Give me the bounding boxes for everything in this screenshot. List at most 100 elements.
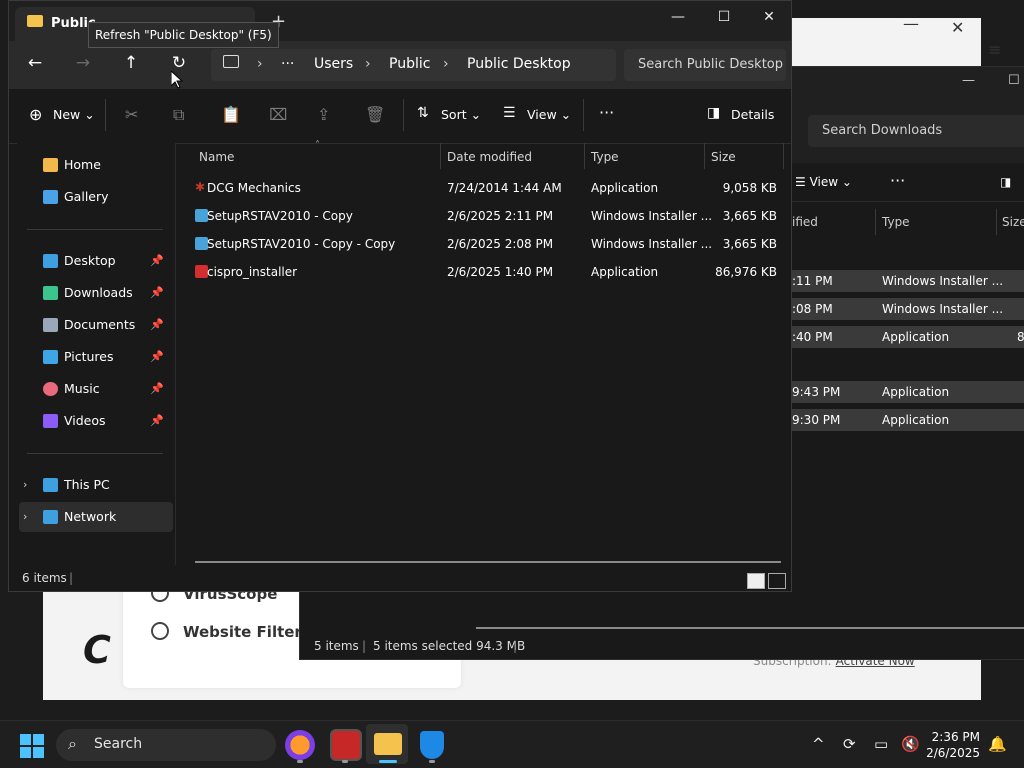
refresh-icon[interactable]: ↻ — [165, 53, 193, 73]
more-options-icon[interactable]: ··· — [890, 171, 905, 190]
col-name-header[interactable]: Name — [199, 150, 234, 164]
file-row-cispro-installer[interactable]: cispro_installer 2/6/2025 1:40 PM Applic… — [187, 258, 789, 286]
pin-icon[interactable]: 📌 — [150, 311, 164, 339]
pin-icon[interactable]: 📌 — [150, 279, 164, 307]
column-divider[interactable] — [440, 143, 441, 169]
large-icons-view-toggle[interactable] — [768, 573, 786, 589]
chevron-right-icon[interactable]: › — [365, 56, 371, 72]
nav-item-home[interactable]: Home — [21, 151, 169, 179]
taskbar-search[interactable]: ⌕ Search — [56, 729, 276, 761]
col-date-header[interactable]: Date modified — [447, 150, 532, 164]
cut-icon[interactable]: ✂ — [125, 105, 138, 124]
pin-icon[interactable]: 📌 — [150, 247, 164, 275]
desktop-icon — [43, 254, 58, 268]
share-icon[interactable]: ⇪ — [317, 105, 330, 124]
volume-muted-icon[interactable]: 🔇 — [901, 735, 920, 753]
notification-bell-icon[interactable]: 🔔 — [988, 735, 1007, 753]
item-count: 5 items — [314, 639, 359, 653]
paste-icon[interactable]: 📋 — [221, 105, 241, 124]
column-divider[interactable] — [875, 209, 876, 235]
nav-item-this-pc[interactable]: › This PC — [21, 471, 169, 499]
delete-icon[interactable]: 🗑 — [365, 105, 385, 124]
start-button[interactable] — [20, 734, 44, 758]
back-arrow-icon[interactable]: ← — [21, 53, 49, 73]
maximize-icon[interactable]: ☐ — [1008, 73, 1020, 88]
breadcrumb-more[interactable]: ··· — [281, 56, 294, 72]
nav-item-pictures[interactable]: Pictures 📌 — [21, 343, 169, 371]
chevron-right-icon[interactable]: › — [257, 56, 263, 72]
file-explorer-icon[interactable] — [374, 733, 402, 755]
column-divider[interactable] — [783, 143, 784, 169]
maximize-button[interactable]: ☐ — [709, 9, 739, 25]
horizontal-scrollbar[interactable] — [195, 561, 781, 563]
minimize-icon[interactable]: — — [962, 73, 975, 88]
pin-icon[interactable]: 📌 — [150, 343, 164, 371]
comodo-icon[interactable] — [330, 729, 362, 761]
nav-item-documents[interactable]: Documents 📌 — [21, 311, 169, 339]
search-input[interactable]: Search Public Desktop — [624, 49, 786, 81]
forward-arrow-icon[interactable]: → — [69, 53, 97, 73]
breadcrumb-public-desktop[interactable]: Public Desktop — [467, 56, 571, 72]
details-view-toggle[interactable] — [747, 573, 765, 589]
view-menu-button[interactable]: ☰ View ⌄ — [795, 175, 852, 189]
pin-icon[interactable]: 📌 — [150, 407, 164, 435]
breadcrumb-public[interactable]: Public — [389, 56, 430, 72]
view-icon[interactable]: ☰ — [503, 105, 516, 121]
nav-item-music[interactable]: Music 📌 — [21, 375, 169, 403]
close-button[interactable]: ✕ — [754, 9, 784, 25]
minimize-icon[interactable]: — — [903, 14, 919, 33]
nav-item-gallery[interactable]: Gallery — [21, 183, 169, 211]
windows-logo-icon — [33, 747, 44, 758]
details-pane-icon[interactable]: ◨ — [1000, 175, 1011, 189]
new-button[interactable]: New ⌄ — [53, 107, 95, 122]
file-explorer-window: Public + — ☐ ✕ ← → ↑ ↻ › ··· Users › Pub… — [8, 0, 792, 592]
pin-icon[interactable]: 📌 — [150, 375, 164, 403]
more-options-icon[interactable]: ··· — [599, 103, 614, 122]
nav-item-desktop[interactable]: Desktop 📌 — [21, 247, 169, 275]
app-running-indicator — [429, 760, 435, 763]
details-pane-icon[interactable]: ◨ — [707, 105, 720, 121]
network-icon[interactable]: ▭ — [874, 735, 888, 753]
chevron-right-icon[interactable]: › — [23, 471, 27, 499]
col-date-header[interactable]: ified — [792, 215, 818, 229]
file-row-dcg-mechanics[interactable]: ✱ DCG Mechanics 7/24/2014 1:44 AM Applic… — [187, 174, 789, 202]
details-button[interactable]: Details — [731, 107, 774, 122]
nav-item-videos[interactable]: Videos 📌 — [21, 407, 169, 435]
col-type-header[interactable]: Type — [882, 215, 910, 229]
menu-icon[interactable]: ≡ — [988, 40, 1001, 59]
up-arrow-icon[interactable]: ↑ — [117, 53, 145, 73]
col-size-header[interactable]: Size — [1002, 215, 1024, 229]
sync-icon[interactable]: ⟳ — [843, 735, 856, 753]
column-divider[interactable] — [996, 209, 997, 235]
col-size-header[interactable]: Size — [711, 150, 736, 164]
sort-icon[interactable]: ⇅ — [417, 105, 429, 121]
rename-icon[interactable]: ⌧ — [269, 105, 287, 124]
column-divider[interactable] — [584, 143, 585, 169]
chevron-right-icon[interactable]: › — [23, 503, 27, 531]
column-divider[interactable] — [704, 143, 705, 169]
col-type-header[interactable]: Type — [591, 150, 619, 164]
clock[interactable]: 2:36 PM 2/6/2025 — [926, 729, 980, 761]
file-row-setuprstav2010-copy-copy[interactable]: SetupRSTAV2010 - Copy - Copy 2/6/2025 2:… — [187, 230, 789, 258]
windows-logo-icon — [20, 747, 31, 758]
nav-item-downloads[interactable]: Downloads 📌 — [21, 279, 169, 307]
file-row-setuprstav2010-copy[interactable]: SetupRSTAV2010 - Copy 2/6/2025 2:11 PM W… — [187, 202, 789, 230]
monitor-icon[interactable] — [223, 55, 239, 68]
toolbar-divider — [403, 99, 404, 131]
sort-button[interactable]: Sort ⌄ — [441, 107, 481, 122]
chevron-right-icon[interactable]: › — [443, 56, 449, 72]
minimize-button[interactable]: — — [663, 9, 693, 25]
firefox-icon[interactable] — [285, 730, 315, 760]
view-button[interactable]: View ⌄ — [527, 107, 571, 122]
sort-ascending-icon: ˄ — [315, 140, 320, 151]
downloads-search-input[interactable]: Search Downloads — [808, 115, 1024, 147]
breadcrumb-users[interactable]: Users — [314, 56, 353, 72]
defender-shield-icon[interactable] — [420, 731, 444, 759]
horizontal-scrollbar[interactable] — [476, 627, 1024, 629]
close-icon[interactable]: ✕ — [951, 18, 964, 37]
nav-divider — [27, 453, 163, 454]
copy-icon[interactable]: ⧉ — [173, 105, 184, 125]
chevron-up-icon[interactable]: ^ — [812, 735, 825, 753]
add-icon[interactable]: ⊕ — [29, 105, 42, 124]
nav-item-network[interactable]: › Network — [21, 503, 169, 531]
